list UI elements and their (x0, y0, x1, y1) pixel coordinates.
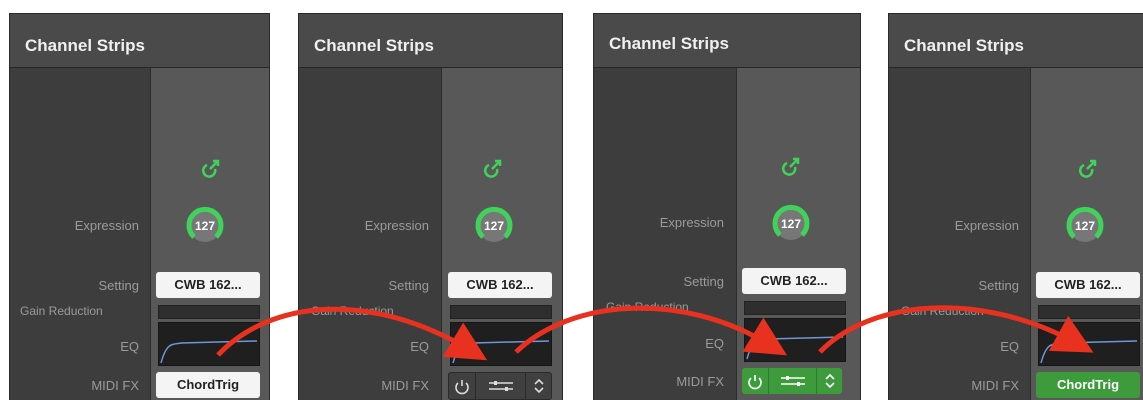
midi-fx-slot[interactable] (448, 372, 552, 400)
expression-knob[interactable]: 127 (470, 202, 518, 250)
expression-label: Expression (74, 218, 139, 233)
panel-2: Channel Strips Expression 127 Setting CW… (299, 14, 562, 400)
eq-thumbnail[interactable] (158, 322, 260, 366)
eq-label: EQ (120, 339, 139, 354)
knob-value: 127 (483, 219, 505, 233)
midi-fx-label: MIDI FX (971, 378, 1019, 393)
setting-button[interactable]: CWB 162... (448, 272, 552, 298)
gain-reduction-label: Gain Reduction (311, 304, 394, 318)
panel-3: Channel Strips Expression 127 Setting CW… (594, 14, 860, 400)
panel-header: Channel Strips (10, 14, 269, 68)
eq-thumbnail[interactable] (1038, 322, 1140, 366)
gain-reduction-label: Gain Reduction (901, 304, 984, 318)
expression-knob[interactable]: 127 (181, 202, 229, 250)
expression-knob[interactable]: 127 (1061, 202, 1109, 250)
midi-fx-slot[interactable]: ChordTrig (156, 372, 260, 398)
io-arrow-icon[interactable] (200, 157, 222, 179)
eq-thumbnail[interactable] (744, 318, 846, 362)
gain-reduction-label: Gain Reduction (606, 300, 689, 314)
knob-value: 127 (194, 219, 216, 233)
eq-label: EQ (1000, 339, 1019, 354)
io-arrow-icon[interactable] (1077, 157, 1099, 179)
gain-reduction-meter (744, 301, 846, 315)
midi-fx-label: MIDI FX (381, 378, 429, 393)
panel-1: Channel Strips Expression 127 Setting CW… (10, 14, 269, 400)
panel-title: Channel Strips (609, 34, 729, 53)
io-arrow-icon[interactable] (780, 155, 802, 177)
midi-fx-label: MIDI FX (676, 374, 724, 389)
expression-label: Expression (954, 218, 1019, 233)
expression-label: Expression (364, 218, 429, 233)
setting-label: Setting (683, 274, 724, 289)
panel-header: Channel Strips (299, 14, 562, 68)
panel-title: Channel Strips (904, 36, 1024, 55)
setting-button[interactable]: CWB 162... (156, 272, 260, 298)
panel-header: Channel Strips (594, 14, 860, 68)
setting-label: Setting (978, 278, 1019, 293)
midi-fx-label: MIDI FX (91, 378, 139, 393)
power-icon[interactable] (449, 373, 475, 399)
setting-label: Setting (98, 278, 139, 293)
panel-4: Channel Strips Expression 127 Setting CW… (889, 14, 1143, 400)
gain-reduction-meter (450, 305, 552, 319)
expression-knob[interactable]: 127 (767, 200, 815, 248)
eq-thumbnail[interactable] (450, 322, 552, 366)
setting-button[interactable]: CWB 162... (742, 268, 846, 294)
gain-reduction-meter (158, 305, 260, 319)
updown-chevron-icon[interactable] (816, 368, 842, 394)
expression-label: Expression (659, 215, 724, 230)
panel-title: Channel Strips (25, 36, 145, 55)
gain-reduction-meter (1038, 305, 1140, 319)
power-icon[interactable] (742, 368, 768, 394)
io-arrow-icon[interactable] (482, 157, 504, 179)
panel-header: Channel Strips (889, 14, 1143, 68)
sliders-icon[interactable] (768, 368, 817, 394)
midi-fx-slot[interactable]: ChordTrig (1036, 372, 1140, 398)
updown-chevron-icon[interactable] (525, 373, 551, 399)
panel-title: Channel Strips (314, 36, 434, 55)
gain-reduction-label: Gain Reduction (20, 304, 103, 318)
eq-label: EQ (410, 339, 429, 354)
knob-value: 127 (1074, 219, 1096, 233)
knob-value: 127 (780, 217, 802, 231)
sliders-icon[interactable] (475, 373, 526, 399)
setting-label: Setting (388, 278, 429, 293)
eq-label: EQ (705, 336, 724, 351)
setting-button[interactable]: CWB 162... (1036, 272, 1140, 298)
midi-fx-slot[interactable] (742, 368, 842, 394)
